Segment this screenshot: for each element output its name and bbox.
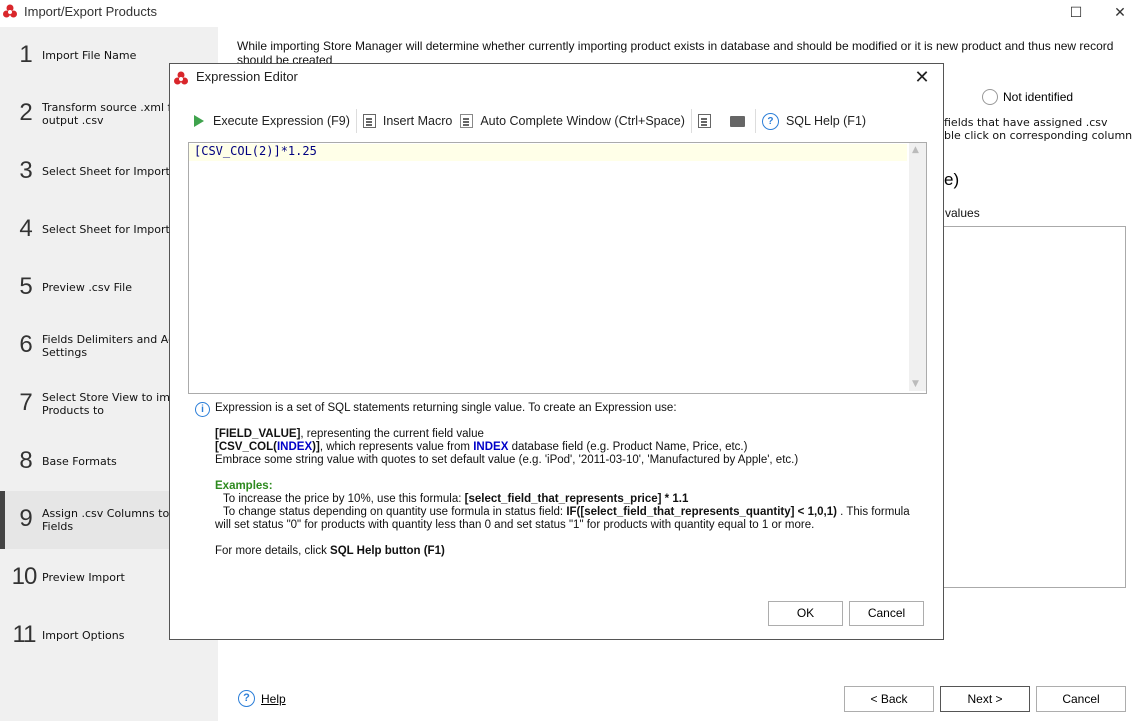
values-label: values	[945, 206, 980, 220]
csv-col-index: INDEX	[276, 441, 313, 453]
play-icon	[194, 115, 204, 127]
example-2-tail: . This formula	[836, 506, 910, 518]
auto-complete-label: Auto Complete Window (Ctrl+Space)	[480, 114, 685, 128]
open-folder-button[interactable]	[722, 109, 753, 133]
step-number: 4	[19, 215, 33, 242]
csv-col-close: )]	[312, 441, 320, 453]
window-title: Import/Export Products	[24, 4, 157, 19]
example-2-text: To change status depending on quantity u…	[223, 506, 567, 518]
step-number: 2	[19, 99, 33, 126]
values-list[interactable]	[944, 226, 1126, 588]
toolbar-separator	[754, 109, 756, 133]
example-2-formula: IF([select_field_that_represents_quantit…	[566, 506, 837, 518]
csv-col-open: [CSV_COL(	[215, 441, 277, 453]
help-link[interactable]: ? Help	[238, 690, 286, 707]
csv-col-desc1: , which represents value from	[319, 441, 474, 453]
step-number: 7	[19, 389, 33, 416]
toolbar-separator	[355, 109, 357, 133]
expression-editor-dialog: Expression Editor ✕ Execute Expression (…	[169, 63, 944, 640]
editor-vertical-scrollbar[interactable]: ▲ ▼	[909, 143, 926, 391]
wizard-cancel-button[interactable]: Cancel	[1036, 686, 1126, 712]
load-expression-button[interactable]	[694, 109, 722, 133]
toolbar-separator	[690, 109, 692, 133]
insert-macro-label: Insert Macro	[382, 114, 453, 128]
step-number: 9	[19, 505, 33, 532]
field-value-token: [FIELD_VALUE]	[215, 428, 301, 440]
field-value-desc: , representing the current field value	[300, 428, 484, 440]
next-button[interactable]: Next >	[940, 686, 1030, 712]
close-icon: ✕	[914, 67, 930, 88]
app-logo-icon	[3, 4, 17, 18]
expression-toolbar: Execute Expression (F9) Insert Macro Aut…	[190, 108, 870, 134]
execute-label: Execute Expression (F9)	[213, 114, 350, 128]
help-icon: ?	[761, 112, 779, 130]
execute-expression-button[interactable]: Execute Expression (F9)	[190, 109, 354, 133]
example-1-formula: [select_field_that_represents_price] * 1…	[464, 493, 689, 505]
insert-macro-button[interactable]: Insert Macro	[359, 109, 456, 133]
not-identified-radio[interactable]: Not identified	[982, 89, 1073, 105]
radio-circle[interactable]	[982, 89, 998, 105]
expression-editor-input[interactable]: [CSV_COL(2)]*1.25 ▲ ▼	[188, 142, 927, 394]
step-label: Import File Name	[42, 49, 137, 62]
dialog-title: Expression Editor	[196, 69, 298, 84]
window-titlebar: Import/Export Products ☐ ✕	[0, 0, 1133, 26]
help-label: Help	[261, 691, 286, 706]
step-number: 1	[19, 41, 33, 68]
dialog-cancel-button[interactable]: Cancel	[849, 601, 924, 626]
step-number: 8	[19, 447, 33, 474]
more-details-line: For more details, click SQL Help button …	[215, 545, 445, 557]
more-details-text: For more details, click	[215, 545, 331, 557]
examples-label: Examples:	[215, 480, 273, 492]
example-2: To change status depending on quantity u…	[223, 506, 910, 518]
hint-line-2: ble click on corresponding column	[944, 129, 1133, 142]
dialog-close-button[interactable]: ✕	[910, 68, 934, 88]
csv-col-index2: INDEX	[473, 441, 509, 453]
maximize-button[interactable]: ☐	[1056, 2, 1096, 24]
insert-macro-icon	[362, 114, 376, 128]
expression-text: [CSV_COL(2)]*1.25	[194, 144, 317, 158]
import-document-icon	[697, 114, 711, 128]
example-2-line2: will set status "0" for products with qu…	[215, 519, 815, 531]
info-icon: i	[195, 402, 210, 417]
maximize-icon: ☐	[1069, 5, 1083, 21]
sql-help-button[interactable]: ? SQL Help (F1)	[758, 109, 870, 133]
step-number: 3	[19, 157, 33, 184]
auto-complete-button[interactable]: Auto Complete Window (Ctrl+Space)	[456, 109, 689, 133]
help-icon: ?	[238, 690, 255, 707]
close-window-button[interactable]: ✕	[1100, 2, 1133, 24]
scroll-down-icon[interactable]: ▼	[912, 379, 919, 389]
csv-col-desc2: database field (e.g. Product Name, Price…	[508, 441, 748, 453]
csv-col-line: [CSV_COL(INDEX)], which represents value…	[215, 441, 747, 453]
sql-help-label: SQL Help (F1)	[785, 114, 867, 128]
ok-button[interactable]: OK	[768, 601, 843, 626]
step-number: 5	[19, 273, 33, 300]
close-icon: ✕	[1114, 5, 1126, 21]
field-value-line: [FIELD_VALUE], representing the current …	[215, 428, 484, 440]
hint-line-1: fields that have assigned .csv	[944, 116, 1108, 129]
radio-label: Not identified	[1003, 90, 1074, 104]
example-1: To increase the price by 10%, use this f…	[223, 493, 688, 505]
step-number: 10	[11, 563, 38, 590]
back-button[interactable]: < Back	[844, 686, 934, 712]
info-intro: Expression is a set of SQL statements re…	[215, 402, 677, 414]
step-number: 11	[12, 621, 37, 648]
app-logo-icon	[174, 71, 188, 85]
section-heading-fragment: e)	[944, 170, 960, 189]
auto-complete-icon	[460, 114, 474, 128]
scroll-up-icon[interactable]: ▲	[912, 145, 919, 155]
example-1-text: To increase the price by 10%, use this f…	[223, 493, 465, 505]
more-details-bold: SQL Help button (F1)	[330, 545, 445, 557]
embrace-line: Embrace some string value with quotes to…	[215, 454, 799, 466]
folder-icon	[729, 115, 745, 127]
step-number: 6	[19, 331, 33, 358]
